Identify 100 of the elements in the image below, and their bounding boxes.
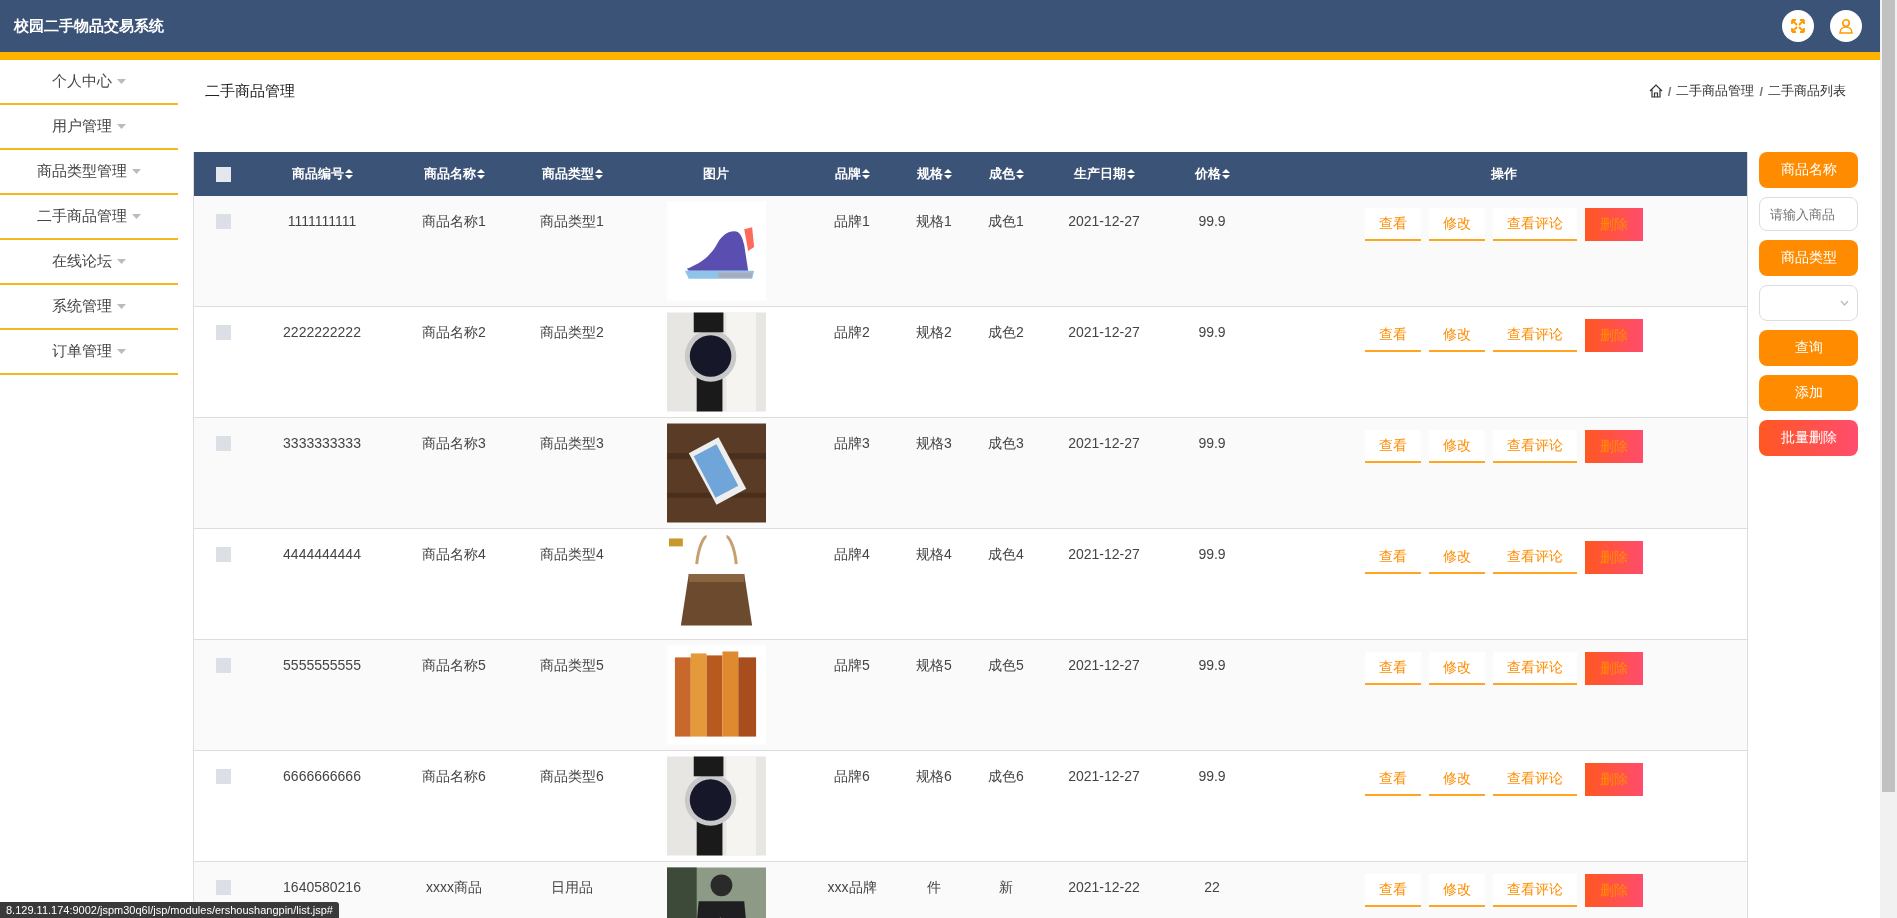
action-link[interactable]: 查看评论 xyxy=(1492,874,1577,907)
table-cell-text: xxxx商品 xyxy=(425,878,483,897)
row-checkbox[interactable] xyxy=(215,658,231,673)
action-button[interactable]: 添加 xyxy=(1759,375,1858,411)
table-cell-text: 1111111111 xyxy=(286,212,358,231)
row-checkbox[interactable] xyxy=(215,436,231,451)
table-cell-text: 2222222222 xyxy=(282,323,362,342)
filter-label-button[interactable]: 商品名称 xyxy=(1759,152,1858,188)
table-row[interactable]: 3333333333 商品名称3 商品类型3 品牌3 规格3 成色3 2021-12-27 99.9 查看 修改 查看评论 删除 xyxy=(194,418,1747,529)
row-checkbox[interactable] xyxy=(215,325,231,340)
table-cell-text: 品牌1 xyxy=(833,212,871,231)
sort-icon[interactable] xyxy=(1015,169,1024,179)
table-cell-text: 成色3 xyxy=(987,434,1025,453)
table-cell-text: 品牌3 xyxy=(833,434,871,453)
column-header[interactable]: 价格 xyxy=(1164,165,1260,183)
batch-delete-button[interactable]: 批量删除 xyxy=(1759,420,1858,456)
sort-icon[interactable] xyxy=(861,169,870,179)
action-link[interactable]: 修改 xyxy=(1428,874,1485,907)
sort-icon[interactable] xyxy=(476,169,485,179)
expand-icon xyxy=(1790,18,1806,34)
table-row[interactable]: 5555555555 商品名称5 商品类型5 品牌5 规格5 成色5 2021-12-27 99.9 查看 修改 查看评论 删除 xyxy=(194,640,1747,751)
action-link[interactable]: 修改 xyxy=(1428,652,1485,685)
table-cell-text: 规格4 xyxy=(915,545,953,564)
action-link[interactable]: 查看 xyxy=(1364,874,1421,907)
caret-icon xyxy=(117,349,126,354)
select-all-checkbox[interactable] xyxy=(215,166,231,182)
action-link[interactable]: 查看 xyxy=(1364,208,1421,241)
sort-icon[interactable] xyxy=(594,169,603,179)
row-checkbox[interactable] xyxy=(215,769,231,784)
caret-icon xyxy=(117,259,126,264)
table-cell-text: 99.9 xyxy=(1197,212,1227,231)
action-link[interactable]: 查看评论 xyxy=(1492,208,1577,241)
breadcrumb-item[interactable]: 二手商品管理 xyxy=(1676,82,1755,100)
table-cell-text: xxx品牌 xyxy=(826,878,878,897)
table-cell-text: 22 xyxy=(1203,878,1221,897)
table-cell-text: 4444444444 xyxy=(282,545,362,564)
table-cell-text: 2021-12-27 xyxy=(1067,767,1141,786)
action-link[interactable]: 查看 xyxy=(1364,430,1421,463)
home-icon[interactable] xyxy=(1648,84,1663,98)
table-cell-text: 成色4 xyxy=(987,545,1025,564)
delete-button[interactable]: 删除 xyxy=(1584,319,1643,352)
table-cell-text: 99.9 xyxy=(1197,434,1227,453)
table-cell-text: 2021-12-27 xyxy=(1067,434,1141,453)
action-link[interactable]: 修改 xyxy=(1428,430,1485,463)
table-cell-text: 商品名称4 xyxy=(421,545,487,564)
delete-button[interactable]: 删除 xyxy=(1584,541,1643,574)
row-checkbox[interactable] xyxy=(215,880,231,895)
user-icon xyxy=(1838,18,1854,34)
delete-button[interactable]: 删除 xyxy=(1584,874,1643,907)
table-cell-text: 日用品 xyxy=(550,878,594,897)
table-cell-text: 商品名称5 xyxy=(421,656,487,675)
table-cell-text: 商品类型2 xyxy=(539,323,605,342)
sort-icon[interactable] xyxy=(1221,169,1230,179)
breadcrumb-item[interactable]: 二手商品列表 xyxy=(1768,82,1846,100)
column-header[interactable]: 品牌 xyxy=(804,165,900,183)
column-header[interactable]: 成色 xyxy=(968,165,1044,183)
sort-icon[interactable] xyxy=(344,169,353,179)
column-header[interactable]: 商品名称 xyxy=(392,165,516,183)
breadcrumb-separator: / xyxy=(1759,83,1763,99)
delete-button[interactable]: 删除 xyxy=(1584,652,1643,685)
table-cell-text: 成色2 xyxy=(987,323,1025,342)
caret-icon xyxy=(117,304,126,309)
user-button[interactable] xyxy=(1830,10,1862,42)
row-checkbox[interactable] xyxy=(215,547,231,562)
action-button[interactable]: 查询 xyxy=(1759,330,1858,366)
table-cell-text: 品牌6 xyxy=(833,767,871,786)
breadcrumb-separator: / xyxy=(1667,83,1672,99)
action-link[interactable]: 查看评论 xyxy=(1492,430,1577,463)
column-header[interactable]: 生产日期 xyxy=(1044,165,1164,183)
filter-label-button[interactable]: 商品类型 xyxy=(1759,240,1858,276)
table-cell-text: 件 xyxy=(926,878,942,897)
caret-icon xyxy=(117,79,126,84)
page-title: 二手商品管理 xyxy=(205,81,296,101)
table-cell-text: 99.9 xyxy=(1197,545,1227,564)
action-link[interactable]: 查看 xyxy=(1364,652,1421,685)
sort-icon[interactable] xyxy=(1126,169,1135,179)
action-link[interactable]: 修改 xyxy=(1428,208,1485,241)
table-cell-text: 2021-12-27 xyxy=(1067,212,1141,231)
delete-button[interactable]: 删除 xyxy=(1584,208,1643,241)
delete-button[interactable]: 删除 xyxy=(1584,430,1643,463)
table-cell-text: 品牌4 xyxy=(833,545,871,564)
scrollbar-thumb[interactable] xyxy=(1882,0,1895,792)
table-cell-text: 规格3 xyxy=(915,434,953,453)
table-cell-text: 规格5 xyxy=(915,656,953,675)
search-field[interactable]: 请输入商品 xyxy=(1759,197,1858,231)
row-checkbox[interactable] xyxy=(215,214,231,229)
table-cell-text: 成色5 xyxy=(987,656,1025,675)
sort-icon[interactable] xyxy=(943,169,952,179)
table-cell-text: 规格6 xyxy=(915,767,953,786)
action-link[interactable]: 查看评论 xyxy=(1492,652,1577,685)
column-header[interactable]: 商品类型 xyxy=(516,165,628,183)
table-cell-text: 新 xyxy=(998,878,1014,897)
column-header[interactable]: 商品编号 xyxy=(252,165,392,183)
table-cell-text: 成色6 xyxy=(987,767,1025,786)
fullscreen-button[interactable] xyxy=(1782,10,1814,42)
scrollbar[interactable] xyxy=(1880,0,1897,918)
column-header[interactable]: 规格 xyxy=(900,165,968,183)
table-row[interactable]: 1111111111 商品名称1 商品类型1 品牌1 规格1 成色1 2021-12-27 99.9 查看 修改 查看评论 删除 xyxy=(194,196,1747,307)
delete-button[interactable]: 删除 xyxy=(1584,763,1643,796)
table-cell-text: 2021-12-27 xyxy=(1067,323,1141,342)
